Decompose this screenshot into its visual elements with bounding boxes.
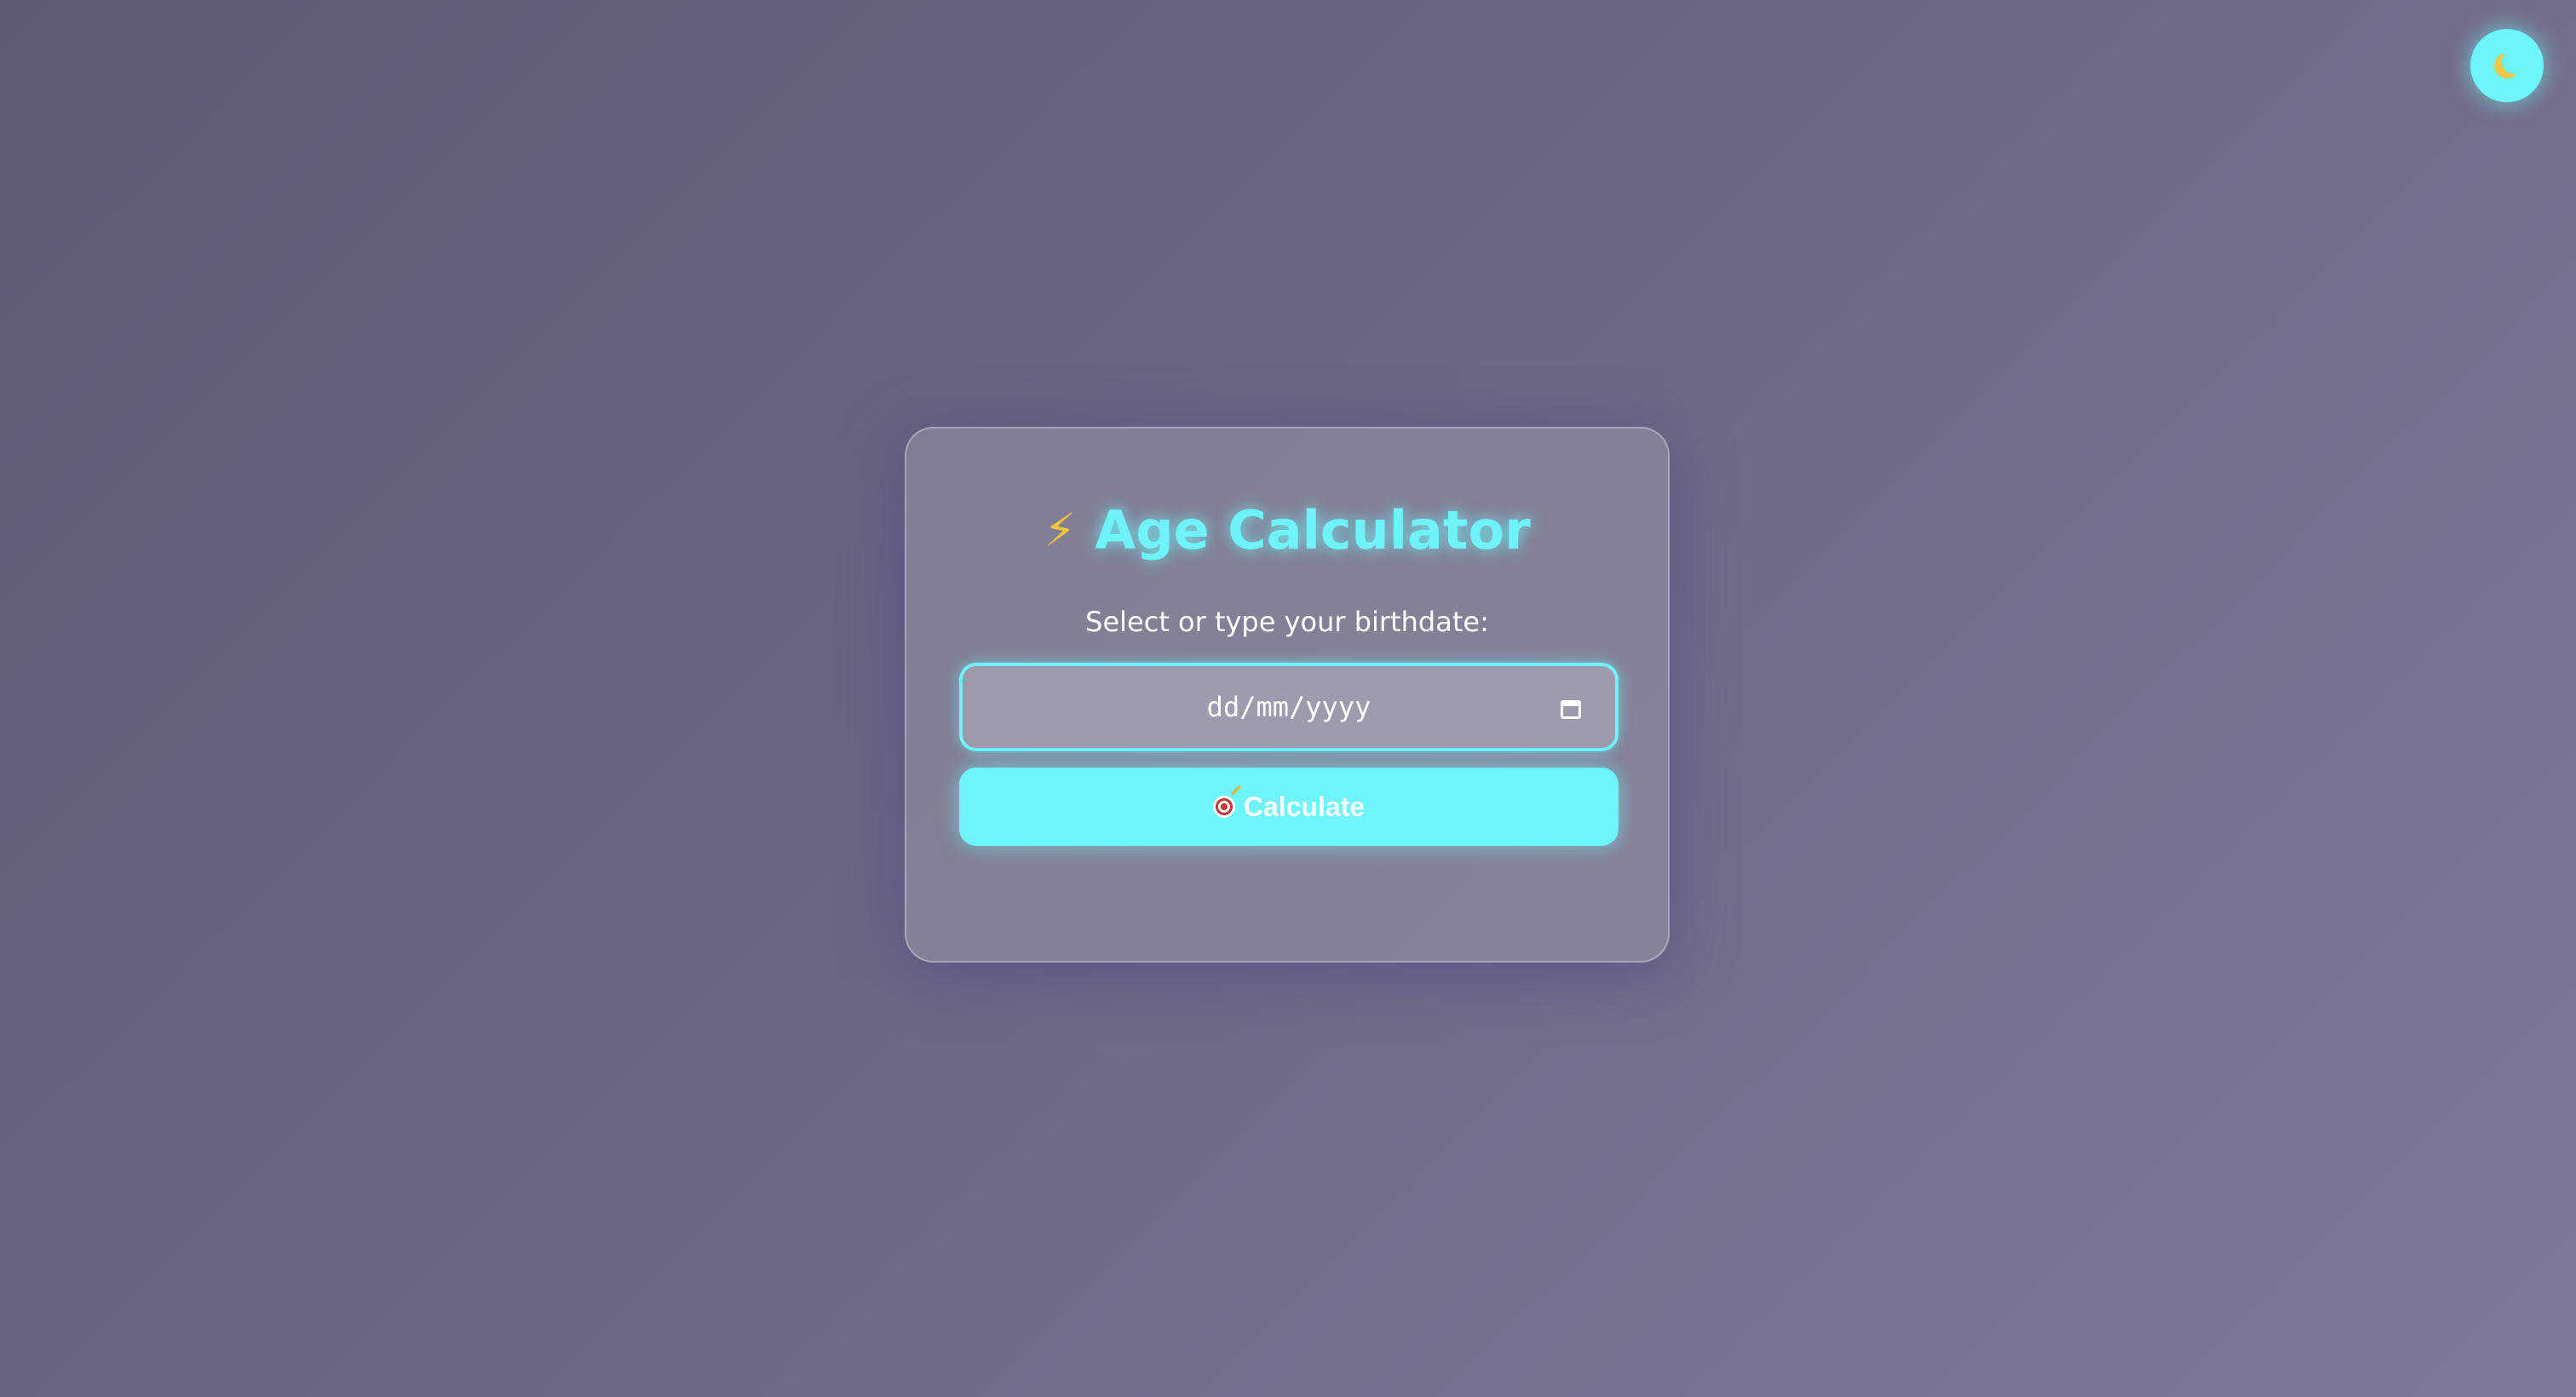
birthdate-label: Select or type your birthdate: — [1085, 606, 1489, 638]
page-title-text: Age Calculator — [1095, 499, 1531, 561]
calculate-button[interactable]: Calculate — [959, 767, 1619, 846]
birthdate-placeholder: dd/mm/yyyy — [1206, 691, 1371, 723]
moon-icon — [2494, 53, 2520, 78]
lightning-bolt-icon: ⚡ — [1044, 503, 1077, 557]
calendar-icon[interactable] — [1561, 700, 1581, 719]
target-icon — [1212, 785, 1241, 818]
calculate-button-label: Calculate — [1243, 790, 1366, 822]
page-title: ⚡ Age Calculator — [906, 498, 1668, 563]
birthdate-input[interactable]: dd/mm/yyyy — [959, 663, 1619, 751]
theme-toggle-button[interactable] — [2470, 29, 2544, 102]
age-calculator-card: ⚡ Age Calculator Select or type your bir… — [905, 427, 1670, 963]
